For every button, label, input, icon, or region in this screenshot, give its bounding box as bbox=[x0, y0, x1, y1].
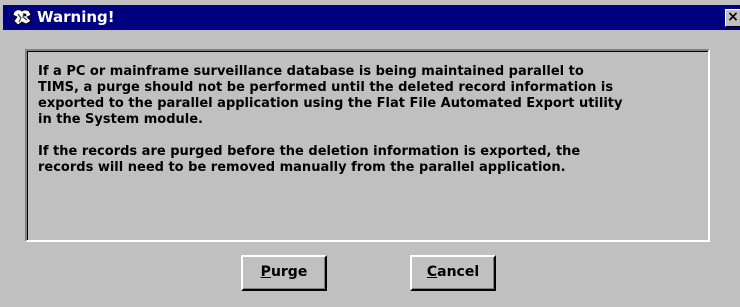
purge-label: urge bbox=[270, 264, 308, 280]
window-title: Warning! bbox=[37, 8, 115, 26]
purge-button[interactable]: Purge bbox=[241, 255, 327, 291]
title-bar[interactable]: Warning! × bbox=[3, 5, 740, 30]
cancel-button[interactable]: Cancel bbox=[410, 255, 496, 291]
message-line: If a PC or mainframe surveillance databa… bbox=[38, 64, 584, 79]
warning-icon bbox=[12, 9, 32, 26]
cancel-accelerator: C bbox=[426, 264, 438, 280]
message-line: TIMS, a purge should not be performed un… bbox=[38, 80, 614, 95]
warning-dialog: Warning! × If a PC or mainframe surveill… bbox=[0, 0, 740, 307]
close-icon: × bbox=[727, 9, 739, 25]
purge-accelerator: P bbox=[260, 264, 271, 280]
message-content: If a PC or mainframe surveillance databa… bbox=[27, 51, 708, 240]
close-button[interactable]: × bbox=[725, 9, 740, 27]
message-line: exported to the parallel application usi… bbox=[38, 96, 623, 111]
message-line: records will need to be removed manually… bbox=[38, 160, 566, 175]
message-panel: If a PC or mainframe surveillance databa… bbox=[25, 49, 710, 242]
message-line: in the System module. bbox=[38, 112, 203, 127]
message-line: If the records are purged before the del… bbox=[38, 144, 581, 159]
warning-paragraph-2: If the records are purged before the del… bbox=[38, 144, 698, 176]
cancel-label: ancel bbox=[437, 264, 480, 280]
warning-paragraph-1: If a PC or mainframe surveillance databa… bbox=[38, 64, 698, 128]
